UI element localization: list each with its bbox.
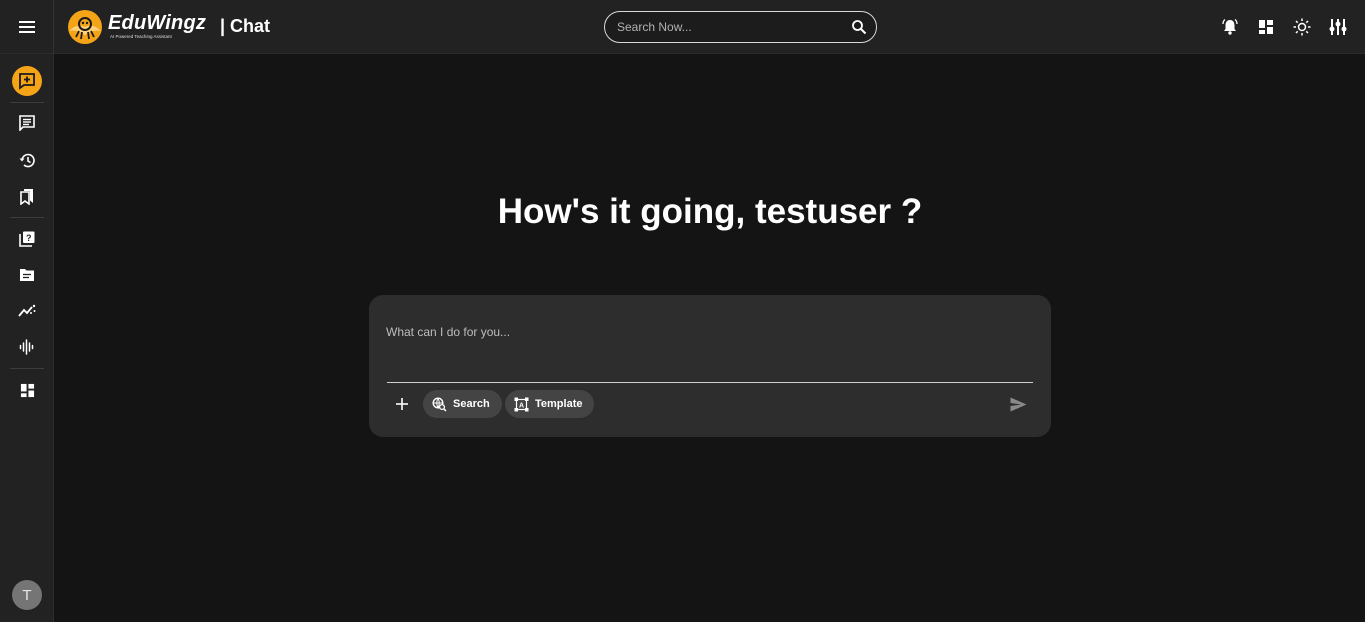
sidebar-item-chats[interactable]: [12, 108, 42, 138]
question-book-icon: ?: [19, 231, 35, 247]
brand-name: EduWingz: [108, 12, 207, 34]
greeting-heading: How's it going, testuser ?: [497, 192, 923, 231]
sidebar-item-audio[interactable]: [12, 332, 42, 362]
send-icon: [1010, 397, 1026, 411]
top-bar: EduWingz AI Powered Teaching Assistant |…: [0, 0, 1365, 54]
sidebar-item-documents[interactable]: [12, 260, 42, 290]
settings-button[interactable]: [1328, 17, 1348, 37]
sidebar-divider: [10, 368, 44, 369]
notifications-button[interactable]: [1220, 17, 1240, 37]
folder-icon: [20, 269, 34, 281]
equalizer-icon: [1329, 19, 1347, 35]
message-input[interactable]: [386, 325, 1032, 381]
header-actions: [1220, 17, 1348, 37]
attach-button[interactable]: [391, 393, 413, 415]
sidebar-item-dashboard[interactable]: [12, 375, 42, 405]
input-underline: [387, 382, 1033, 383]
sun-icon: [1293, 18, 1311, 36]
menu-icon: [18, 21, 35, 33]
sidebar-item-bookmarks[interactable]: [12, 181, 42, 211]
dashboard-icon: [1259, 20, 1273, 34]
svg-text:A: A: [519, 402, 524, 409]
web-search-icon: [432, 396, 447, 412]
plus-icon: [396, 398, 408, 410]
template-chip-label: Template: [535, 398, 583, 410]
avatar[interactable]: T: [12, 580, 42, 610]
template-icon: A: [514, 397, 529, 411]
sidebar: ? T: [0, 54, 54, 622]
page-title: | Chat: [220, 16, 271, 36]
search-input[interactable]: [617, 12, 847, 42]
sidebar-divider: [10, 217, 44, 218]
history-icon: [19, 153, 35, 167]
svg-text:?: ?: [26, 233, 32, 243]
menu-button[interactable]: [0, 0, 54, 54]
sidebar-item-new-chat[interactable]: [12, 66, 42, 96]
chat-icon: [19, 115, 35, 131]
theme-toggle-button[interactable]: [1292, 17, 1312, 37]
send-button[interactable]: [1007, 393, 1029, 415]
search-chip-button[interactable]: Search: [423, 390, 502, 418]
trending-icon: [18, 304, 36, 317]
search-bar: [604, 11, 877, 43]
add-chat-icon: [19, 73, 35, 90]
eduwingz-logo-icon: [68, 10, 102, 44]
brand-tagline: AI Powered Teaching Assistant: [110, 34, 172, 39]
brand[interactable]: EduWingz AI Powered Teaching Assistant: [108, 12, 206, 40]
sidebar-item-quiz[interactable]: ?: [12, 224, 42, 254]
sidebar-item-history[interactable]: [12, 145, 42, 175]
template-chip-button[interactable]: A Template: [505, 390, 595, 418]
bell-icon: [1222, 18, 1238, 35]
search-chip-label: Search: [453, 398, 490, 410]
dashboard-button[interactable]: [1256, 17, 1276, 37]
dashboard-icon: [20, 383, 34, 397]
sidebar-divider: [10, 102, 44, 103]
search-icon[interactable]: [851, 19, 867, 35]
chat-composer: Search A Template: [369, 295, 1051, 437]
bookmarks-icon: [20, 188, 33, 205]
waveform-icon: [19, 339, 34, 355]
sidebar-item-analytics[interactable]: [12, 296, 42, 326]
